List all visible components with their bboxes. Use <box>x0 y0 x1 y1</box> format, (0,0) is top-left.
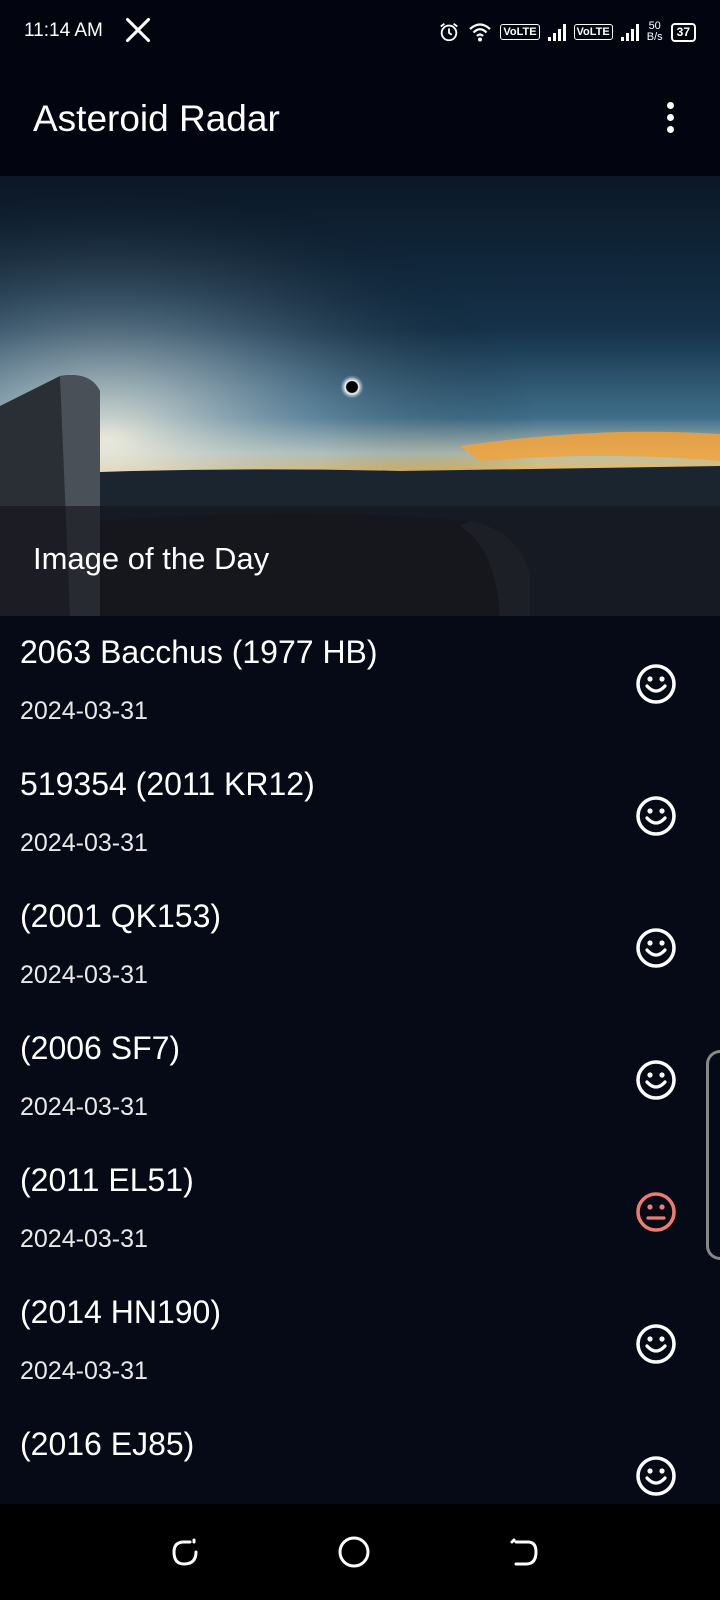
happy-face-icon <box>636 1456 676 1496</box>
wifi-icon <box>469 23 492 42</box>
app-bar: Asteroid Radar <box>0 66 720 176</box>
signal-icon-1 <box>547 23 566 41</box>
asteroid-name: (2016 EJ85) <box>20 1426 195 1462</box>
asteroid-name: 2063 Bacchus (1977 HB) <box>20 634 378 670</box>
asteroid-row[interactable]: (2014 HN190) 2024-03-31 <box>0 1276 720 1410</box>
back-icon[interactable] <box>506 1534 542 1570</box>
asteroid-name: (2011 EL51) <box>20 1162 194 1198</box>
hero-caption: Image of the Day <box>33 541 270 576</box>
signal-icon-2 <box>620 23 639 41</box>
close-approach-date: 2024-03-31 <box>20 829 148 857</box>
asteroid-row[interactable]: (2011 EL51) 2024-03-31 <box>0 1144 720 1278</box>
close-approach-date: 2024-03-31 <box>20 961 148 989</box>
alarm-icon <box>440 23 459 42</box>
asteroid-row[interactable]: (2001 QK153) 2024-03-31 <box>0 880 720 1014</box>
asteroid-row[interactable]: (2006 SF7) 2024-03-31 <box>0 1012 720 1146</box>
asteroid-name: (2014 HN190) <box>20 1294 221 1330</box>
happy-face-icon <box>636 664 676 704</box>
asteroid-row[interactable]: (2016 EJ85) <box>0 1408 720 1504</box>
asteroid-name: (2006 SF7) <box>20 1030 181 1066</box>
volte-badge-1: VoLTE <box>500 24 540 40</box>
asteroid-row[interactable]: 519354 (2011 KR12) 2024-03-31 <box>0 748 720 882</box>
close-approach-date: 2024-03-31 <box>20 1093 148 1121</box>
status-bar: 11:14 AM VoLTE VoLTE 50 B/s 37 <box>0 0 720 66</box>
system-nav-bar <box>0 1504 720 1600</box>
recent-apps-icon[interactable] <box>168 1534 204 1570</box>
happy-face-icon <box>636 928 676 968</box>
image-of-the-day[interactable]: Image of the Day <box>0 176 720 616</box>
happy-face-icon <box>636 1324 676 1364</box>
asteroid-name: 519354 (2011 KR12) <box>20 766 315 802</box>
net-speed: 50 B/s <box>647 21 663 43</box>
neutral-face-icon <box>636 1192 676 1232</box>
volte-badge-2: VoLTE <box>573 24 613 40</box>
happy-face-icon <box>636 796 676 836</box>
asteroid-row[interactable]: 2063 Bacchus (1977 HB) 2024-03-31 <box>0 616 720 750</box>
close-approach-date: 2024-03-31 <box>20 1225 148 1253</box>
more-vert-icon[interactable] <box>660 102 680 142</box>
status-indicators: VoLTE VoLTE 50 B/s 37 <box>438 18 696 46</box>
scrollbar-thumb[interactable] <box>706 1050 720 1260</box>
app-title: Asteroid Radar <box>33 98 280 139</box>
status-time: 11:14 AM <box>24 20 103 41</box>
net-speed-unit: B/s <box>646 31 663 43</box>
home-circle-icon[interactable] <box>336 1534 372 1570</box>
asteroid-list[interactable]: 2063 Bacchus (1977 HB) 2024-03-31 519354 (… <box>0 616 720 1504</box>
asteroid-name: (2001 QK153) <box>20 898 222 934</box>
x-app-icon <box>125 17 151 43</box>
happy-face-icon <box>636 1060 676 1100</box>
battery-icon: 37 <box>670 22 696 42</box>
close-approach-date: 2024-03-31 <box>20 1357 148 1385</box>
close-approach-date: 2024-03-31 <box>20 697 148 725</box>
